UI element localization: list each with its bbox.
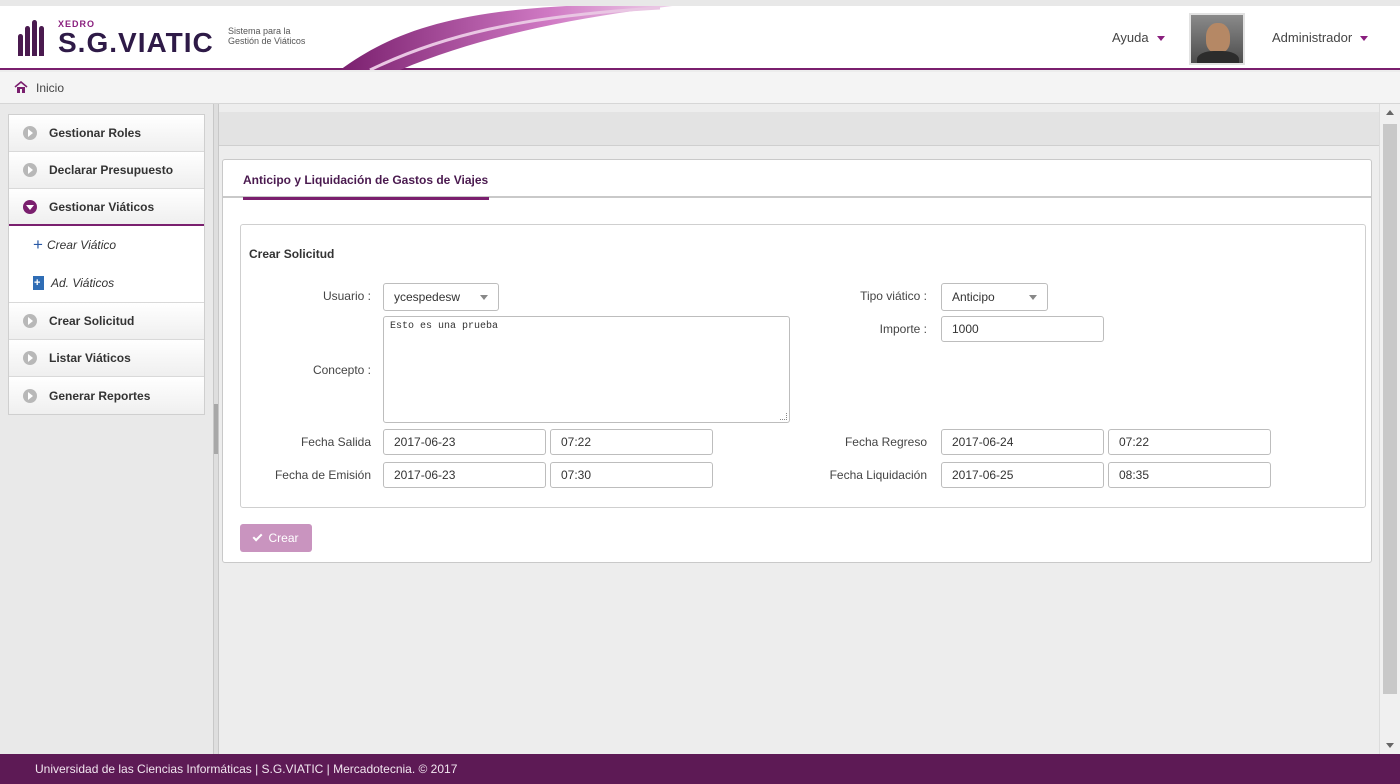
fecha-emision-date[interactable]: 2017-06-23 <box>383 462 546 488</box>
fecha-salida-time[interactable]: 07:22 <box>550 429 713 455</box>
fecha-salida-label: Fecha Salida <box>300 435 371 449</box>
header-swoosh-decoration <box>340 6 673 70</box>
help-label: Ayuda <box>1112 30 1149 45</box>
brand-subtitle: Sistema para la Gestión de Viáticos <box>228 26 328 46</box>
avatar[interactable] <box>1189 13 1245 65</box>
fecha-liquidacion-label: Fecha Liquidación <box>829 468 927 482</box>
scroll-thumb[interactable] <box>1383 124 1397 694</box>
app-footer: Universidad de las Ciencias Informáticas… <box>0 754 1400 784</box>
breadcrumb: Inicio <box>0 72 1400 104</box>
create-button-label: Crear <box>268 531 299 545</box>
expand-icon <box>23 126 37 140</box>
crear-solicitud-fieldset: Crear Solicitud Usuario : ycespedesw Tip… <box>240 224 1366 508</box>
sidebar-subitem-label: Ad. Viáticos <box>51 276 115 290</box>
splitter-handle[interactable] <box>214 404 218 454</box>
expand-icon <box>23 351 37 365</box>
sidebar: Gestionar Roles Declarar Presupuesto Ges… <box>0 104 213 754</box>
sidebar-subitem-ad-viaticos[interactable]: Ad. Viáticos <box>9 264 204 302</box>
request-panel: Anticipo y Liquidación de Gastos de Viaj… <box>222 159 1372 563</box>
collapse-icon <box>23 199 37 214</box>
fecha-salida-date[interactable]: 2017-06-23 <box>383 429 546 455</box>
fieldset-legend: Crear Solicitud <box>249 247 335 261</box>
usuario-value: ycespedesw <box>394 290 461 304</box>
check-icon <box>253 531 263 542</box>
home-icon[interactable] <box>14 81 28 94</box>
sidebar-item-label: Gestionar Viáticos <box>49 199 155 214</box>
sidebar-item-declarar-presupuesto[interactable]: Declarar Presupuesto <box>9 152 204 189</box>
sidebar-subgroup-viaticos: + Crear Viático Ad. Viáticos <box>9 226 204 303</box>
importe-input[interactable]: 1000 <box>941 316 1104 342</box>
app-header: XEDRO S.G.VIATIC Sistema para la Gestión… <box>0 0 1400 70</box>
brand-name: S.G.VIATIC <box>58 26 214 58</box>
fecha-regreso-time[interactable]: 07:22 <box>1108 429 1271 455</box>
chevron-down-icon <box>1029 295 1037 300</box>
sidebar-menu: Gestionar Roles Declarar Presupuesto Ges… <box>8 114 205 415</box>
chevron-down-icon <box>1156 36 1165 42</box>
usuario-label: Usuario : <box>322 289 371 303</box>
help-menu[interactable]: Ayuda <box>1112 30 1165 45</box>
importe-label: Importe : <box>879 322 927 336</box>
sidebar-item-gestionar-viaticos[interactable]: Gestionar Viáticos <box>9 189 204 226</box>
fecha-regreso-label: Fecha Regreso <box>844 435 927 449</box>
sidebar-item-crear-solicitud[interactable]: Crear Solicitud <box>9 303 204 340</box>
main-content: Anticipo y Liquidación de Gastos de Viaj… <box>219 104 1379 754</box>
expand-icon <box>23 388 37 403</box>
create-button[interactable]: Crear <box>240 524 312 552</box>
footer-text: Universidad de las Ciencias Informáticas… <box>35 762 458 776</box>
scroll-down-icon[interactable] <box>1386 743 1394 748</box>
breadcrumb-home[interactable]: Inicio <box>36 81 64 95</box>
concepto-label: Concepto : <box>312 363 371 377</box>
logo-mark-icon <box>16 18 50 58</box>
tab-anticipo-liquidacion[interactable]: Anticipo y Liquidación de Gastos de Viaj… <box>243 173 490 200</box>
fecha-emision-time[interactable]: 07:30 <box>550 462 713 488</box>
expand-icon <box>23 163 37 177</box>
panel-tabs: Anticipo y Liquidación de Gastos de Viaj… <box>223 160 1371 200</box>
sidebar-item-generar-reportes[interactable]: Generar Reportes <box>9 377 204 414</box>
scroll-up-icon[interactable] <box>1386 110 1394 115</box>
content-toolbar <box>219 112 1379 146</box>
concepto-textarea[interactable]: Esto es una prueba <box>383 316 790 423</box>
sidebar-item-listar-viaticos[interactable]: Listar Viáticos <box>9 340 204 377</box>
app-logo[interactable]: XEDRO S.G.VIATIC <box>16 12 214 64</box>
concepto-value: Esto es una prueba <box>390 321 499 332</box>
fecha-liquidacion-time[interactable]: 08:35 <box>1108 462 1271 488</box>
resize-grip-icon[interactable] <box>780 413 787 420</box>
vertical-scrollbar[interactable] <box>1379 104 1400 754</box>
tipo-viatico-select[interactable]: Anticipo <box>941 283 1048 311</box>
expand-icon <box>23 314 37 328</box>
brand-subtitle-line1: Sistema para la <box>228 26 291 36</box>
sidebar-item-label: Gestionar Roles <box>49 126 142 140</box>
sidebar-item-label: Declarar Presupuesto <box>49 163 174 177</box>
fecha-regreso-date[interactable]: 2017-06-24 <box>941 429 1104 455</box>
user-label: Administrador <box>1272 30 1353 45</box>
usuario-select[interactable]: ycespedesw <box>383 283 499 311</box>
user-menu[interactable]: Administrador <box>1272 30 1369 45</box>
fecha-liquidacion-date[interactable]: 2017-06-25 <box>941 462 1104 488</box>
sidebar-subitem-crear-viatico[interactable]: + Crear Viático <box>9 226 204 264</box>
sidebar-item-label: Crear Solicitud <box>49 314 135 328</box>
tipo-viatico-label: Tipo viático : <box>860 289 927 303</box>
sidebar-item-gestionar-roles[interactable]: Gestionar Roles <box>9 115 204 152</box>
add-document-icon <box>33 276 44 290</box>
brand-subtitle-line2: Gestión de Viáticos <box>228 36 306 46</box>
sidebar-item-label: Generar Reportes <box>49 388 151 403</box>
sidebar-item-label: Listar Viáticos <box>49 351 131 365</box>
chevron-down-icon <box>1360 36 1369 42</box>
plus-icon: + <box>33 235 43 254</box>
chevron-down-icon <box>480 295 488 300</box>
sidebar-subitem-label: Crear Viático <box>46 238 117 252</box>
tipo-viatico-value: Anticipo <box>952 290 995 304</box>
fecha-emision-label: Fecha de Emisión <box>274 468 371 482</box>
